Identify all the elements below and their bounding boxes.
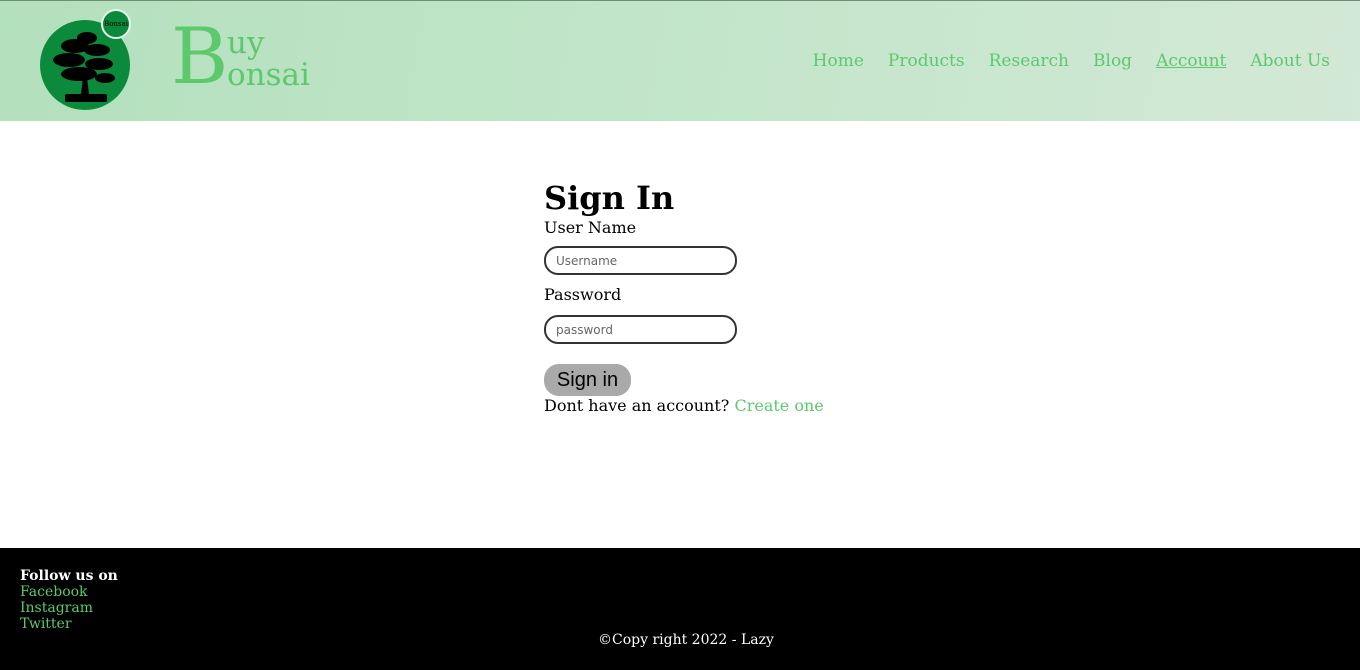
signin-form: Sign In User Name Password Sign in Dont …	[544, 178, 864, 416]
site-header: Bonsai B uy onsai Home Products Research…	[0, 0, 1360, 121]
create-account-row: Dont have an account? Create one	[544, 396, 864, 416]
page-title: Sign In	[544, 179, 675, 217]
follow-title: Follow us on	[20, 568, 118, 584]
username-input[interactable]	[544, 246, 737, 275]
nav-home[interactable]: Home	[813, 50, 864, 72]
brand-initial: B	[171, 12, 229, 102]
password-input[interactable]	[544, 315, 737, 344]
main-nav: Home Products Research Blog Account Abou…	[813, 50, 1330, 72]
no-account-text: Dont have an account?	[544, 396, 730, 415]
username-label: User Name	[544, 218, 637, 237]
social-links: Follow us on Facebook Instagram Twitter	[20, 568, 118, 632]
site-footer: Follow us on Facebook Instagram Twitter …	[0, 548, 1360, 670]
nav-about-us[interactable]: About Us	[1250, 50, 1330, 72]
create-account-link[interactable]: Create one	[734, 396, 823, 415]
copyright: ©Copy right 2022 - Lazy	[598, 632, 774, 648]
sign-in-button[interactable]: Sign in	[544, 364, 631, 396]
nav-products[interactable]: Products	[888, 50, 965, 72]
logo-badge-text: Bonsai	[104, 20, 128, 28]
brand-line1: uy	[227, 25, 265, 61]
brand-line2: onsai	[227, 57, 310, 93]
nav-account[interactable]: Account	[1156, 50, 1226, 72]
twitter-link[interactable]: Twitter	[20, 616, 118, 632]
nav-blog[interactable]: Blog	[1093, 50, 1132, 72]
brand-wordmark[interactable]: B uy onsai	[171, 17, 331, 103]
facebook-link[interactable]: Facebook	[20, 584, 118, 600]
password-label: Password	[544, 285, 622, 304]
logo-badge: Bonsai	[101, 9, 131, 39]
nav-research[interactable]: Research	[989, 50, 1069, 72]
instagram-link[interactable]: Instagram	[20, 600, 118, 616]
